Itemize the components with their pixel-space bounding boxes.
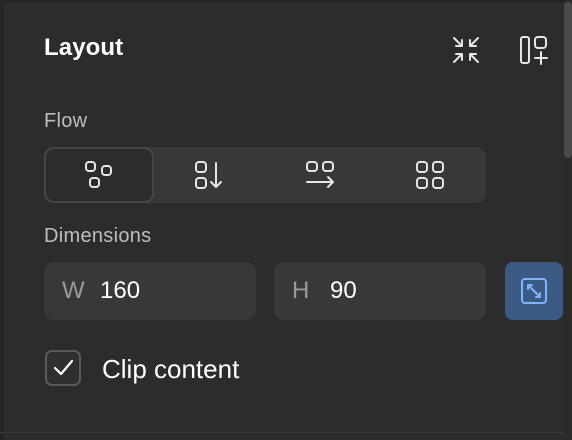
clip-content-label[interactable]: Clip content bbox=[102, 354, 239, 385]
flow-label: Flow bbox=[44, 110, 88, 132]
width-field[interactable]: W 160 bbox=[44, 262, 256, 320]
flow-segmented-control bbox=[44, 147, 486, 203]
checkmark-icon bbox=[53, 359, 74, 376]
collapse-arrows-icon bbox=[453, 37, 479, 63]
dimensions-label: Dimensions bbox=[44, 225, 152, 247]
section-divider bbox=[0, 432, 572, 433]
scrollbar-thumb[interactable] bbox=[564, 2, 572, 158]
vertical-flow-icon bbox=[195, 161, 222, 189]
add-layout-button[interactable] bbox=[514, 30, 554, 70]
width-value[interactable]: 160 bbox=[100, 277, 140, 305]
resize-to-fit-icon bbox=[521, 278, 547, 304]
flow-option-horizontal[interactable] bbox=[265, 147, 375, 203]
height-prefix: H bbox=[292, 277, 310, 304]
width-prefix: W bbox=[62, 277, 85, 304]
panel-title: Layout bbox=[44, 34, 124, 61]
left-edge bbox=[0, 0, 4, 440]
height-field[interactable]: H 90 bbox=[274, 262, 486, 320]
dimension-link-notch bbox=[256, 284, 274, 298]
layout-panel: Layout Flow Dimensions W 160 H 90 Clip c… bbox=[0, 0, 572, 440]
collapse-button[interactable] bbox=[446, 30, 486, 70]
resize-to-fit-button[interactable] bbox=[505, 262, 563, 320]
flow-option-vertical[interactable] bbox=[154, 147, 264, 203]
clip-content-checkbox[interactable] bbox=[45, 350, 81, 386]
flow-option-grid[interactable] bbox=[375, 147, 485, 203]
height-value[interactable]: 90 bbox=[330, 277, 357, 305]
top-edge bbox=[0, 0, 572, 2]
flow-option-freeform[interactable] bbox=[44, 147, 154, 203]
add-layout-icon bbox=[520, 36, 548, 65]
horizontal-flow-icon bbox=[306, 161, 334, 188]
grid-flow-icon bbox=[416, 161, 444, 189]
freeform-flow-icon bbox=[85, 161, 112, 188]
